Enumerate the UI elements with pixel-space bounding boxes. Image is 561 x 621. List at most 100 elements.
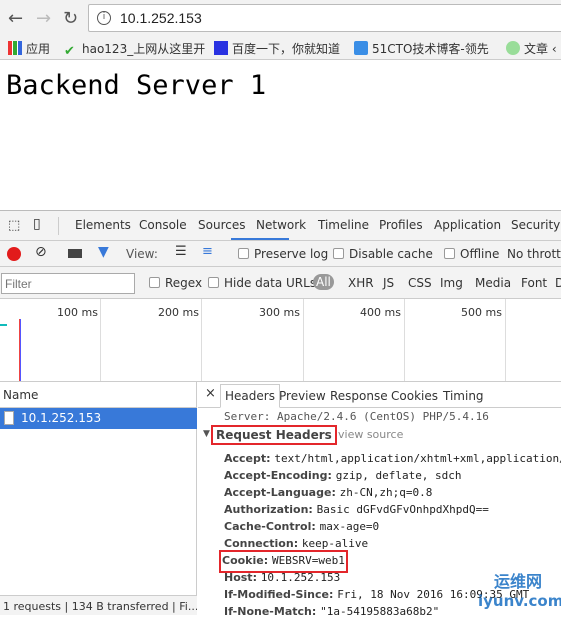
header-key: Connection: (224, 537, 299, 550)
browser-toolbar: ← → ↻ i 10.1.252.153 (0, 0, 561, 36)
tab-profiles[interactable]: Profiles (379, 218, 423, 232)
device-toggle-icon[interactable]: ▯ (33, 216, 41, 232)
header-key: Cookie: (222, 554, 269, 567)
brain-icon (506, 41, 520, 55)
url-text: 10.1.252.153 (120, 10, 202, 26)
network-toolbar: ⊘ ▼ View: ☰ ≡ Preserve log Disable cache… (0, 241, 561, 267)
watermark-logo: 运维网 iyunv.com (478, 572, 561, 610)
tab-response[interactable]: Response (330, 389, 388, 403)
tab-cookies[interactable]: Cookies (391, 389, 438, 403)
view-source-link[interactable]: view source (338, 428, 403, 441)
header-value: keep-alive (301, 537, 369, 550)
header-key: Accept-Encoding: (224, 469, 332, 482)
request-headers-section[interactable]: Request Headers (211, 425, 337, 445)
bookmark-51cto[interactable]: 51CTO技术博客-领先 (354, 40, 489, 57)
apps-grid-icon (8, 41, 22, 55)
bookmark-hao123[interactable]: ✔ hao123_上网从这里开 (64, 40, 205, 59)
regex-checkbox[interactable]: Regex (149, 276, 202, 290)
filter-type-css[interactable]: CSS (408, 276, 432, 290)
filter-type-xhr[interactable]: XHR (348, 276, 374, 290)
header-row: Connection: keep-alive (224, 536, 368, 553)
header-row: Cache-Control: max-age=0 (224, 519, 379, 536)
header-value: max-age=0 (319, 520, 380, 533)
header-value: text/html,application/xhtml+xml,applicat… (274, 452, 561, 465)
view-label: View: (126, 247, 158, 261)
filter-type-js[interactable]: JS (383, 276, 394, 290)
filter-type-font[interactable]: Font (521, 276, 547, 290)
capture-screenshots-icon[interactable] (68, 249, 82, 258)
tab-timing[interactable]: Timing (443, 389, 484, 403)
header-row: If-None-Match: "1a-54195883a68b2" (224, 604, 439, 621)
waterfall-view-icon[interactable]: ≡ (202, 244, 213, 259)
devtools-tabbar: ⬚ ▯ Elements Console Sources Network Tim… (0, 211, 561, 241)
forward-icon[interactable]: → (36, 8, 51, 29)
bookmark-article[interactable]: 文章 ‹ (506, 40, 557, 57)
back-icon[interactable]: ← (8, 8, 23, 29)
header-key: Accept: (224, 452, 271, 465)
header-row: Accept-Language: zh-CN,zh;q=0.8 (224, 485, 432, 502)
clear-icon[interactable]: ⊘ (35, 244, 47, 260)
tick-300: 300 ms (259, 306, 300, 319)
reload-icon[interactable]: ↻ (63, 8, 78, 29)
header-row: Cookie: WEBSRV=web1 (219, 550, 348, 573)
disable-cache-checkbox[interactable]: Disable cache (333, 247, 433, 261)
filter-type-doc[interactable]: D (555, 276, 561, 290)
tab-network[interactable]: Network (256, 218, 306, 232)
throttling-select[interactable]: No throttlin (507, 247, 561, 261)
tab-timeline[interactable]: Timeline (318, 218, 369, 232)
name-column-header[interactable]: Name (3, 388, 38, 402)
filter-bar: Regex Hide data URLs All XHR JS CSS Img … (0, 267, 561, 299)
close-icon[interactable]: × (205, 386, 216, 401)
bookmark-baidu[interactable]: 百度一下，你就知道 (214, 40, 340, 57)
hao123-icon: ✔ (64, 44, 75, 59)
filter-input[interactable] (1, 273, 135, 294)
tab-application[interactable]: Application (434, 218, 501, 232)
request-bar (0, 324, 7, 326)
header-value: 10.1.252.153 (260, 571, 341, 584)
tick-400: 400 ms (360, 306, 401, 319)
server-header-line: Server: Apache/2.4.6 (CentOS) PHP/5.4.16 (224, 410, 489, 423)
filter-type-all[interactable]: All (313, 274, 334, 290)
document-icon (4, 411, 14, 425)
tab-security[interactable]: Security (511, 218, 560, 232)
expand-triangle-icon[interactable]: ▼ (203, 429, 210, 439)
tick-100: 100 ms (57, 306, 98, 319)
filter-type-media[interactable]: Media (475, 276, 511, 290)
header-key: If-None-Match: (224, 605, 317, 618)
header-value: WEBSRV=web1 (271, 554, 345, 567)
51cto-icon (354, 41, 368, 55)
tab-headers[interactable]: Headers (220, 384, 280, 408)
devtools-panel: ⬚ ▯ Elements Console Sources Network Tim… (0, 210, 561, 618)
record-icon[interactable] (7, 247, 21, 261)
tab-console[interactable]: Console (139, 218, 187, 232)
status-bar: 1 requests | 134 B transferred | Fi... (0, 595, 197, 615)
header-row: Accept: text/html,application/xhtml+xml,… (224, 451, 561, 468)
header-value: zh-CN,zh;q=0.8 (339, 486, 433, 499)
tick-200: 200 ms (158, 306, 199, 319)
filter-type-img[interactable]: Img (440, 276, 463, 290)
address-bar[interactable]: i 10.1.252.153 (88, 4, 561, 32)
tab-preview[interactable]: Preview (279, 389, 326, 403)
inspect-icon[interactable]: ⬚ (8, 218, 20, 233)
header-row: Accept-Encoding: gzip, deflate, sdch (224, 468, 462, 485)
list-view-icon[interactable]: ☰ (175, 244, 187, 259)
domcontentloaded-marker (20, 319, 21, 381)
tab-sources[interactable]: Sources (198, 218, 245, 232)
tab-elements[interactable]: Elements (75, 218, 131, 232)
header-key: Authorization: (224, 503, 313, 516)
preserve-log-checkbox[interactable]: Preserve log (238, 247, 328, 261)
request-row[interactable]: 10.1.252.153 (0, 408, 197, 429)
hide-data-urls-checkbox[interactable]: Hide data URLs (208, 276, 316, 290)
filter-icon[interactable]: ▼ (98, 244, 109, 260)
header-key: If-Modified-Since: (224, 588, 334, 601)
header-value: "1a-54195883a68b2" (320, 605, 440, 618)
header-value: Basic dGFvdGFvOnhpdXhpdQ== (316, 503, 489, 516)
offline-checkbox[interactable]: Offline (444, 247, 499, 261)
info-icon[interactable]: i (97, 11, 111, 25)
header-key: Host: (224, 571, 257, 584)
page-heading: Backend Server 1 (6, 70, 267, 101)
bookmarks-bar: 应用 ✔ hao123_上网从这里开 百度一下，你就知道 51CTO技术博客-领先… (0, 36, 561, 60)
header-value: gzip, deflate, sdch (335, 469, 462, 482)
bookmark-apps[interactable]: 应用 (8, 40, 50, 57)
header-row: Authorization: Basic dGFvdGFvOnhpdXhpdQ=… (224, 502, 489, 519)
